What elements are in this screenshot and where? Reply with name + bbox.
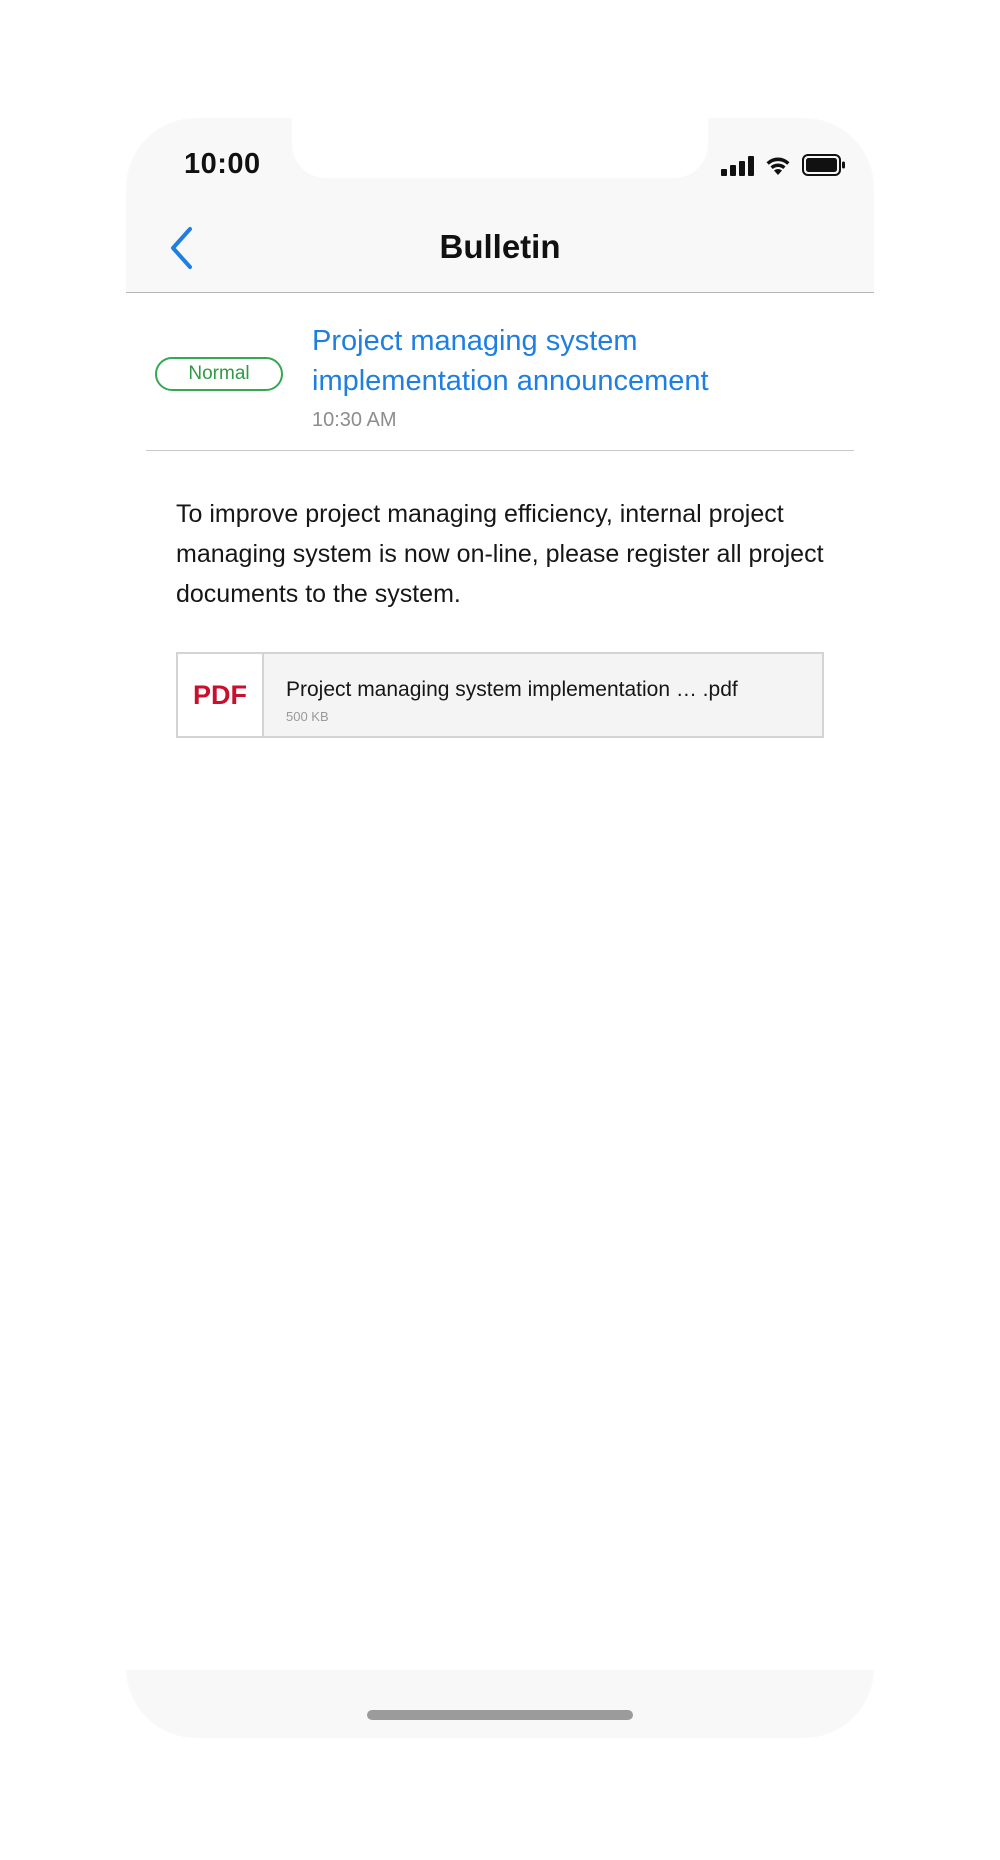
divider bbox=[146, 450, 854, 451]
notch bbox=[292, 118, 708, 178]
pdf-attachment[interactable]: PDF Project managing system implementati… bbox=[176, 652, 824, 738]
cellular-signal-icon bbox=[721, 156, 754, 176]
status-bar: 10:00 bbox=[126, 118, 874, 198]
pdf-file-icon: PDF bbox=[178, 654, 264, 736]
attachment-info: Project managing system implementation …… bbox=[264, 654, 738, 736]
bulletin-body: To improve project managing efficiency, … bbox=[176, 500, 824, 608]
navigation-bar: Bulletin bbox=[126, 198, 874, 293]
page-title: Bulletin bbox=[439, 228, 561, 265]
home-indicator[interactable] bbox=[367, 1710, 633, 1720]
bulletin-header: Normal Project managing system implement… bbox=[126, 293, 874, 447]
wifi-icon bbox=[766, 157, 790, 175]
home-bar bbox=[126, 1670, 874, 1738]
priority-badge: Normal bbox=[155, 357, 283, 391]
bulletin-title: Project managing system implementation a… bbox=[312, 325, 709, 397]
status-icons bbox=[721, 152, 846, 176]
battery-icon bbox=[802, 154, 845, 176]
status-time: 10:00 bbox=[184, 148, 261, 180]
bulletin-time: 10:30 AM bbox=[312, 409, 397, 431]
attachment-name: Project managing system implementation …… bbox=[286, 678, 738, 701]
phone-screen: 10:00 Bulletin Normal Project managing s… bbox=[126, 118, 874, 1738]
attachment-size: 500 KB bbox=[286, 709, 329, 724]
